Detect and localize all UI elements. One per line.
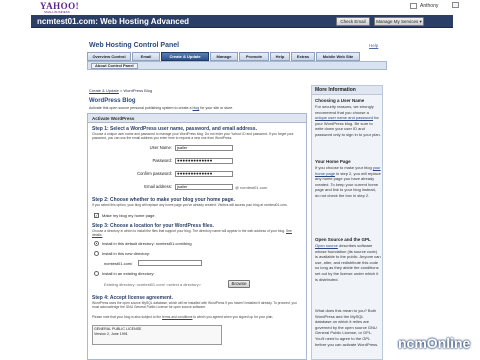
subtab-bar: About Control Panel	[87, 61, 387, 70]
site-title: ncmtest01.com: Web Hosting Advanced	[37, 17, 190, 26]
manage-services-button[interactable]: Manage My Services ▾	[374, 17, 424, 26]
breadcrumb-current: WordPress Blog	[123, 88, 153, 93]
intro-start: Activate this open source personal publi…	[89, 106, 192, 110]
more-information-sidebar: More Information Choosing a User Name Fo…	[311, 85, 383, 360]
dir-new-radio[interactable]	[94, 251, 99, 256]
sidebar-heading-user-name: Choosing a User Name	[315, 98, 365, 103]
step2-note: If you select this option, your blog wil…	[92, 203, 288, 207]
unique-user-name-link[interactable]: unique user name and password	[315, 115, 373, 120]
panel-title: Web Hosting Control Panel	[89, 42, 180, 49]
help-link[interactable]: Help	[369, 43, 378, 48]
tab-manage[interactable]: Manage	[210, 52, 238, 61]
tab-create-update[interactable]: Create & Update	[161, 52, 209, 61]
terms-link[interactable]: terms and conditions	[162, 315, 192, 319]
email-label: Email address:	[144, 184, 172, 189]
main-panel: Web Hosting Control Panel Help Overview …	[87, 36, 387, 360]
sidebar-heading-home-page: Your Home Page	[315, 159, 351, 164]
license-textbox[interactable]: GENERAL PUBLIC LICENSE Version 2, June 1…	[92, 325, 222, 345]
breadcrumb-link-create-update[interactable]: Create & Update	[89, 88, 119, 93]
dir-existing-radio[interactable]	[94, 271, 99, 276]
user-name[interactable]: Anthony	[420, 3, 438, 9]
dir-existing-label: Install in an existing directory:	[102, 271, 155, 276]
browse-button[interactable]: Browse	[228, 280, 250, 288]
sidebar-text-user-name: For security reasons, we strongly recomm…	[315, 104, 381, 138]
blog-link[interactable]: blog	[192, 106, 199, 110]
sidebar-p3: describes software whose foundation (its…	[315, 243, 381, 282]
content-area: Create & Update > WordPress Blog WordPre…	[87, 85, 307, 360]
step3-note-text: Choose a directory in which to install t…	[92, 229, 286, 233]
tab-email[interactable]: Email	[132, 52, 160, 61]
dir-default-label: Install in this default directory: ncmte…	[102, 241, 192, 246]
home-page-label: Make my blog my home page.	[102, 213, 156, 218]
user-name-label: User Name:	[149, 145, 172, 150]
sidebar-p2a: If you choose to make your blog	[315, 165, 372, 170]
sidebar-p1a: For security reasons, we strongly recomm…	[315, 104, 374, 115]
open-source-link[interactable]: Open source	[315, 243, 338, 248]
step4-note: WordPress uses the open source MySQL dat…	[92, 301, 297, 309]
intro-text: Activate this open source personal publi…	[89, 106, 233, 110]
yahoo-logo-subtitle: SMALL BUSINESS	[44, 10, 70, 14]
sidebar-text-meaning: What does this mean to you? Both WordPre…	[315, 308, 379, 347]
activate-wordpress-box: Activate WordPress Step 1: Select a Word…	[87, 113, 307, 360]
tab-promote[interactable]: Promote	[239, 52, 269, 61]
page-title: WordPress Blog	[89, 98, 136, 104]
tab-help[interactable]: Help	[270, 52, 290, 61]
user-name-input[interactable]: jsaller	[175, 145, 233, 151]
confirm-password-input[interactable]: ●●●●●●●●●●●●●	[175, 171, 233, 177]
sidebar-text-home-page: If you choose to make your blog your hom…	[315, 165, 381, 199]
site-header: ncmtest01.com: Web Hosting Advanced Chec…	[31, 15, 453, 28]
dir-existing-value: Existing directory: ncmtest01.com/ <sele…	[104, 282, 201, 287]
sidebar-heading-gpl: Open Source and the GPL	[315, 237, 371, 242]
email-input[interactable]: jsaller	[175, 184, 233, 190]
ncm-online-watermark: ncmOnline	[398, 335, 471, 351]
tab-bar: Overview Control Email Create & Update M…	[87, 52, 387, 61]
dir-new-prefix: ncmtest01.com/	[104, 261, 133, 266]
box-title: Activate WordPress	[88, 114, 306, 123]
tab-extras[interactable]: Extras	[291, 52, 315, 61]
tab-overview[interactable]: Overview Control	[87, 52, 131, 61]
check-email-button[interactable]: Check Email	[336, 17, 370, 26]
step3-note: Choose a directory in which to install t…	[92, 229, 302, 237]
password-label: Password:	[152, 158, 172, 163]
step4-note3-text: to which you agreed when you signed up f…	[193, 315, 274, 319]
subtab-about-control-panel[interactable]: About Control Panel	[91, 63, 138, 69]
home-icon[interactable]	[410, 3, 417, 9]
step4-note2: Please note that your blog is also subje…	[92, 315, 302, 319]
intro-end: for your site or store.	[200, 106, 234, 110]
email-domain: @ ncmtest01.com	[235, 185, 268, 190]
password-input[interactable]: ●●●●●●●●●●●●●	[175, 158, 233, 164]
home-page-checkbox[interactable]: ✓	[94, 213, 99, 218]
tab-mobile-web-site[interactable]: Mobile Web Site	[316, 52, 360, 61]
breadcrumb: Create & Update > WordPress Blog	[89, 88, 153, 93]
sidebar-title: More Information	[312, 86, 382, 95]
dir-new-label: Install in this new directory:	[102, 251, 151, 256]
mail-icon[interactable]	[452, 2, 459, 8]
step4-note2-text: Please note that your blog is also subje…	[92, 315, 162, 319]
license-line2: Version 2, June 1991	[94, 332, 128, 336]
dir-default-radio[interactable]	[94, 241, 99, 246]
sidebar-text-gpl: Open source describes software whose fou…	[315, 243, 381, 282]
step1-note: Choose a unique user name and password t…	[92, 132, 294, 140]
confirm-password-label: Confirm password:	[137, 171, 172, 176]
dir-new-input[interactable]	[138, 260, 202, 266]
